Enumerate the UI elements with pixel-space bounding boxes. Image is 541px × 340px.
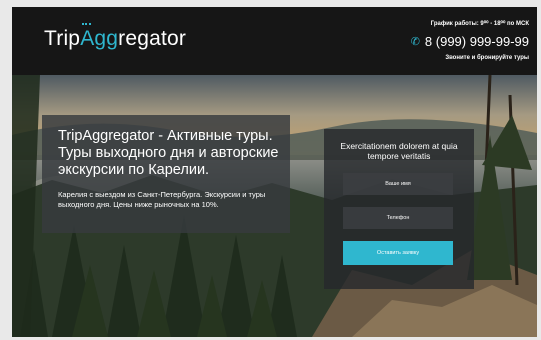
phone-number[interactable]: 8 (999) 999-99-99 <box>425 34 529 49</box>
header-phone[interactable]: ✆ 8 (999) 999-99-99 <box>411 34 529 49</box>
hero-subtext: Карелия с выездом из Санкт-Петербурга. Э… <box>58 190 266 209</box>
hero-text-panel: TripAggregator - Активные туры. Туры вых… <box>42 115 290 233</box>
site-logo[interactable]: TripAggregator <box>44 27 186 51</box>
logo-text-accent: Agg <box>80 27 119 50</box>
phone-field[interactable] <box>343 207 453 229</box>
logo-text-suffix: regator <box>118 27 187 50</box>
phone-icon: ✆ <box>410 36 420 48</box>
logo-text-prefix: Trip <box>44 27 81 50</box>
request-form: Exercitationem dolorem at quia tempore v… <box>324 129 474 289</box>
name-field[interactable] <box>343 173 453 195</box>
hero-headline: TripAggregator - Активные туры. Туры вых… <box>58 128 279 178</box>
landing-page: TripAggregator График работы: 9⁰⁰ - 18⁰⁰… <box>12 7 537 337</box>
header-call-to-action: Звоните и бронируйте туры <box>445 55 529 61</box>
submit-request-button[interactable]: Оставить заявку <box>343 241 453 265</box>
working-hours: График работы: 9⁰⁰ - 18⁰⁰ по МСК <box>430 21 529 27</box>
hero-section: TripAggregator - Активные туры. Туры вых… <box>12 75 537 337</box>
site-header: TripAggregator График работы: 9⁰⁰ - 18⁰⁰… <box>12 7 537 75</box>
form-title: Exercitationem dolorem at quia tempore v… <box>340 141 458 161</box>
